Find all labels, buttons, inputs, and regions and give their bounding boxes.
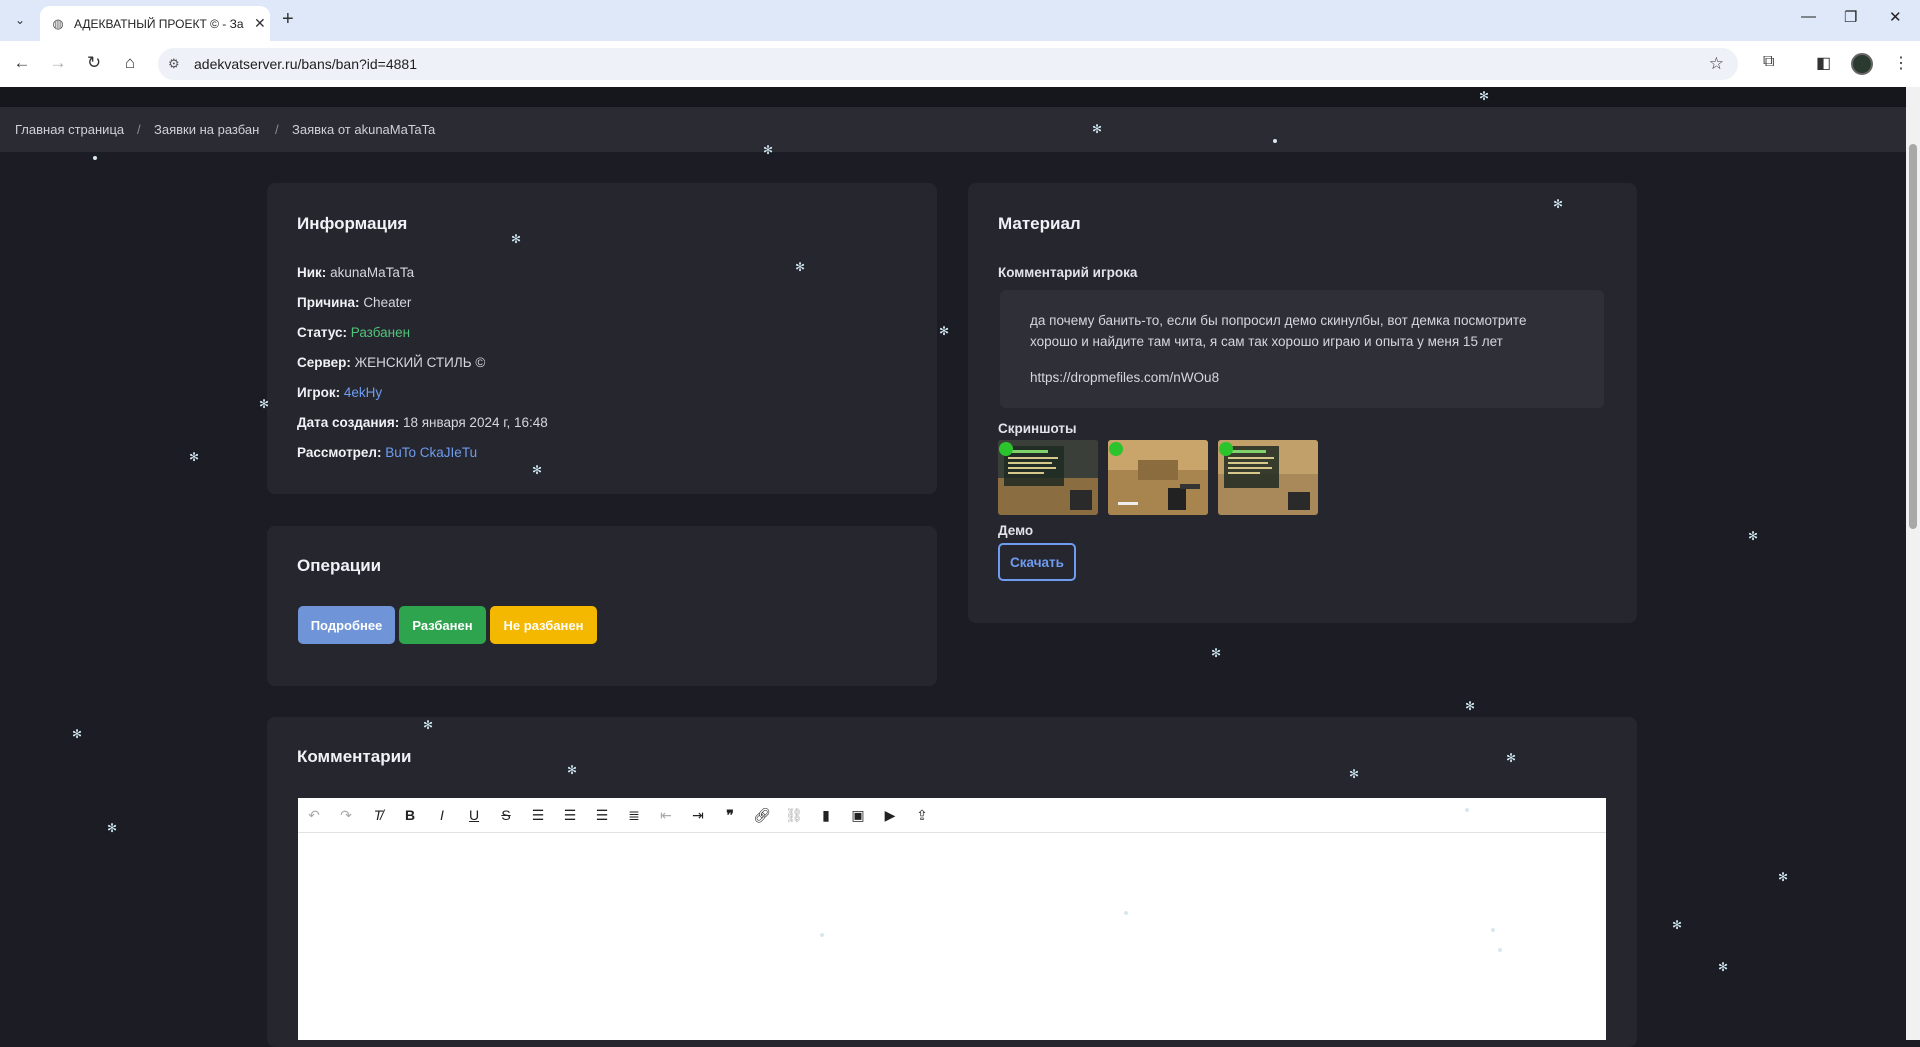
window-close-icon[interactable]: ✕ <box>1889 8 1902 26</box>
comment-editor[interactable]: ↶ ↷ T̸ B I U S ☰ ☰ ☰ ≣ ⇤ ⇥ ❞ 🔗︎ ⛓ ▮ ▣ ▶ … <box>298 798 1606 1040</box>
operations-title: Операции <box>297 556 382 575</box>
menu-dots-icon[interactable]: ⋮ <box>1893 53 1909 73</box>
info-row-date: Дата создания: 18 января 2024 г, 16:48 <box>297 415 548 430</box>
info-row-player: Игрок: 4ekHy <box>297 385 383 400</box>
omnibox[interactable]: ⚙ adekvatserver.ru/bans/ban?id=4881 ☆ <box>158 48 1738 80</box>
underline-icon[interactable]: U <box>464 806 484 824</box>
side-panel-icon[interactable]: ◧ <box>1816 53 1831 73</box>
info-row-reviewer: Рассмотрел: BuTo CkaJIeTu <box>297 445 478 460</box>
indent-icon[interactable]: ⇥ <box>688 806 708 824</box>
breadcrumb-current: Заявка от akunaMaTaTa <box>292 122 436 137</box>
link-icon[interactable]: 🔗︎ <box>752 806 772 824</box>
player-comment-block: да почему банить-то, если бы попросил де… <box>1000 290 1604 408</box>
breadcrumb-home[interactable]: Главная страница <box>15 122 124 137</box>
info-row-nick: Ник: akunaMaTaTa <box>297 265 415 280</box>
info-card: Информация Ник: akunaMaTaTa Причина: Che… <box>267 183 937 494</box>
tab-search-icon[interactable]: ⌄ <box>8 8 32 32</box>
comments-title: Комментарии <box>297 747 412 766</box>
player-comment-text: да почему банить-то, если бы попросил де… <box>1030 313 1527 349</box>
browser-tab[interactable]: ◍ АДЕКВАТНЫЙ ПРОЕКТ © - За ✕ <box>40 6 270 41</box>
minimize-icon[interactable]: — <box>1801 8 1816 25</box>
bookmark-star-icon[interactable]: ☆ <box>1709 54 1724 74</box>
unlink-icon[interactable]: ⛓ <box>784 806 804 824</box>
info-row-reason: Причина: Cheater <box>297 295 412 310</box>
restore-icon[interactable]: ❐ <box>1844 8 1857 26</box>
back-icon[interactable]: ← <box>11 53 33 73</box>
profile-avatar[interactable] <box>1851 53 1873 75</box>
align-left-icon[interactable]: ☰ <box>528 806 548 824</box>
bookmark-icon[interactable]: ▮ <box>816 806 836 824</box>
info-row-server: Сервер: ЖЕНСКИЙ СТИЛЬ © <box>297 355 486 370</box>
extensions-icon[interactable]: ⧉ <box>1763 53 1774 71</box>
globe-icon: ◍ <box>52 15 64 31</box>
blockquote-icon[interactable]: ❞ <box>720 806 740 824</box>
unbanned-button[interactable]: Разбанен <box>399 606 486 644</box>
breadcrumb-separator: / <box>275 122 279 137</box>
screenshot-thumbnail[interactable] <box>998 440 1098 515</box>
strikethrough-icon[interactable]: S <box>496 806 516 824</box>
italic-icon[interactable]: I <box>432 806 452 824</box>
tab-title: АДЕКВАТНЫЙ ПРОЕКТ © - За <box>74 16 244 31</box>
reload-icon[interactable]: ↻ <box>83 53 105 73</box>
reviewer-link[interactable]: BuTo CkaJIeTu <box>385 445 477 460</box>
breadcrumb: Главная страница / Заявки на разбан / За… <box>0 107 1906 152</box>
screenshots-label: Скриншоты <box>998 421 1077 436</box>
url-text[interactable]: adekvatserver.ru/bans/ban?id=4881 <box>194 56 417 72</box>
address-bar-row: ← → ↻ ⌂ ⚙ adekvatserver.ru/bans/ban?id=4… <box>0 41 1920 88</box>
breadcrumb-unban-requests[interactable]: Заявки на разбан <box>154 122 259 137</box>
bold-icon[interactable]: B <box>400 806 420 824</box>
home-icon[interactable]: ⌂ <box>119 53 141 73</box>
new-tab-icon[interactable]: + <box>282 8 294 31</box>
outdent-icon[interactable]: ⇤ <box>656 806 676 824</box>
info-row-status: Статус: Разбанен <box>297 325 411 340</box>
undo-icon[interactable]: ↶ <box>304 806 324 824</box>
page-scrollbar[interactable] <box>1906 87 1920 1040</box>
not-unbanned-button[interactable]: Не разбанен <box>490 606 597 644</box>
forward-icon[interactable]: → <box>47 53 69 73</box>
player-comment-label: Комментарий игрока <box>998 265 1138 280</box>
breadcrumb-separator: / <box>137 122 141 137</box>
editor-toolbar: ↶ ↷ T̸ B I U S ☰ ☰ ☰ ≣ ⇤ ⇥ ❞ 🔗︎ ⛓ ▮ ▣ ▶ … <box>298 798 1606 833</box>
demo-label: Демо <box>998 523 1034 538</box>
upload-icon[interactable]: ⇪ <box>912 806 932 824</box>
redo-icon[interactable]: ↷ <box>336 806 356 824</box>
info-title: Информация <box>297 214 408 233</box>
site-info-icon[interactable]: ⚙ <box>168 56 180 72</box>
download-demo-button[interactable]: Скачать <box>998 543 1076 581</box>
screenshot-thumbnail[interactable] <box>1108 440 1208 515</box>
player-comment-link[interactable]: https://dropmefiles.com/nWOu8 <box>1030 370 1219 385</box>
status-badge: Разбанен <box>350 325 411 340</box>
video-icon[interactable]: ▶ <box>880 806 900 824</box>
site-header <box>0 87 1906 107</box>
image-icon[interactable]: ▣ <box>848 806 868 824</box>
align-center-icon[interactable]: ☰ <box>560 806 580 824</box>
align-justify-icon[interactable]: ≣ <box>624 806 644 824</box>
player-link[interactable]: 4ekHy <box>344 385 382 400</box>
align-right-icon[interactable]: ☰ <box>592 806 612 824</box>
scrollbar-thumb[interactable] <box>1909 144 1917 529</box>
details-button[interactable]: Подробнее <box>298 606 395 644</box>
browser-tab-bar: ⌄ ◍ АДЕКВАТНЫЙ ПРОЕКТ © - За ✕ + — ❐ ✕ <box>0 0 1920 41</box>
screenshot-thumbnail[interactable] <box>1218 440 1318 515</box>
clear-format-icon[interactable]: T̸ <box>368 806 388 824</box>
material-title: Материал <box>998 214 1081 233</box>
close-tab-icon[interactable]: ✕ <box>254 15 266 32</box>
